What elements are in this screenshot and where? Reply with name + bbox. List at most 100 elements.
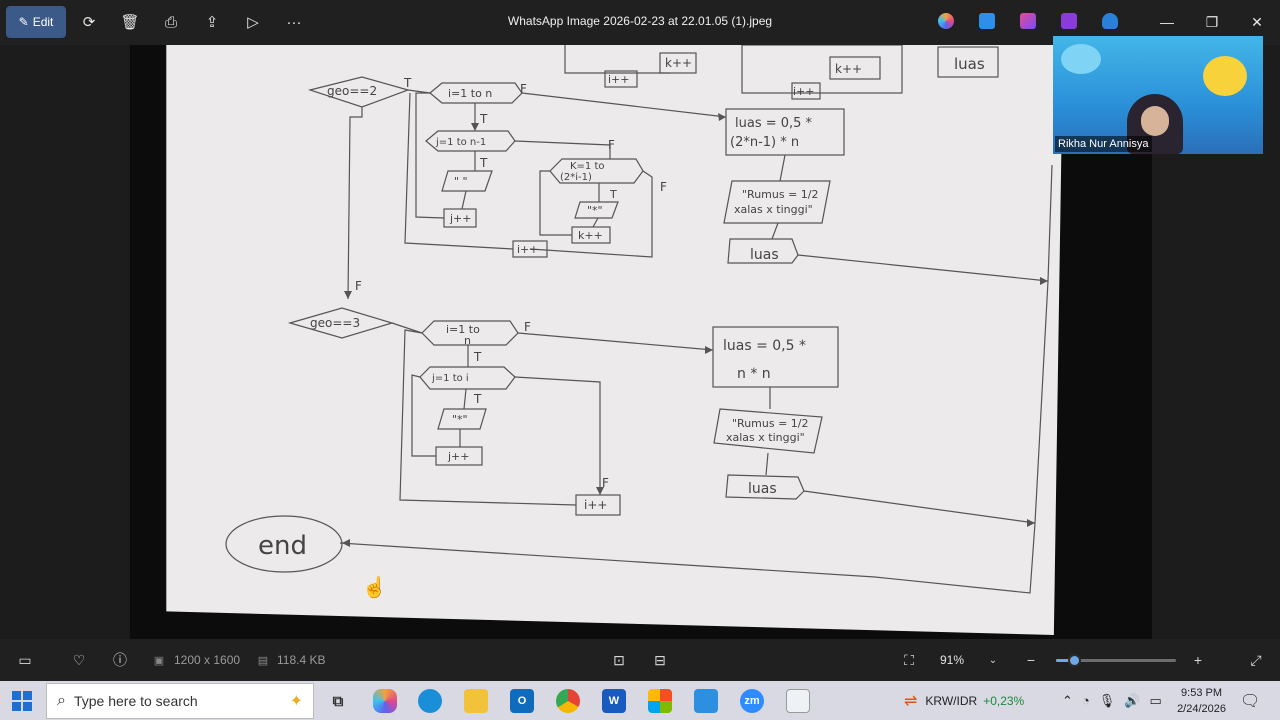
word-icon[interactable]: W [602, 689, 626, 713]
file-explorer-icon[interactable] [464, 689, 488, 713]
maximize-button[interactable]: ❐ [1197, 10, 1227, 34]
task-view-icon[interactable]: ⧉ [326, 689, 350, 713]
loop-j-false-2: F [602, 476, 609, 490]
zoom-app-icon[interactable]: zm [740, 689, 764, 713]
close-button[interactable]: ✕ [1242, 10, 1272, 34]
microphone-icon[interactable]: 🎙 [1099, 693, 1116, 709]
top-label-k-inc-b: k++ [835, 62, 862, 76]
copilot-icon[interactable] [938, 13, 954, 29]
loop-j-false-1: F [608, 138, 615, 152]
notifications-icon[interactable]: 🗨 [1240, 681, 1260, 720]
shark-graphic-right [1203, 56, 1247, 96]
j-inc-label-2: j++ [447, 450, 470, 463]
outlook-icon[interactable]: O [510, 689, 534, 713]
search-highlight-icon: ✦ [289, 693, 303, 710]
zoom-out-icon[interactable]: − [1022, 651, 1040, 669]
minimize-button[interactable]: — [1152, 10, 1182, 34]
participant-face [1141, 106, 1169, 136]
loop-j-true-1: T [479, 156, 488, 170]
status-bar: ▭ ♡ ⓘ ▣ 1200 x 1600 ▤ 118.4 KB ⊡ ⊟ ⛶ 91%… [0, 639, 1280, 681]
loop-i-false-2: F [524, 320, 531, 334]
start-button[interactable] [12, 691, 32, 711]
file-size: 118.4 KB [277, 653, 326, 667]
print-star-label-1: "*" [587, 204, 603, 217]
geo2-false-label: F [355, 279, 362, 293]
currency-label: KRW/IDR [925, 693, 978, 708]
top-label-luas: luas [954, 55, 985, 73]
loop-i-true-2: T [473, 350, 482, 364]
formula-box-2 [712, 326, 839, 388]
edge-icon[interactable] [418, 689, 442, 713]
zoom-level[interactable]: 91% [940, 653, 964, 667]
loop-i-true-1: T [479, 112, 488, 126]
rumus-2-line2: xalas x tinggi" [726, 431, 805, 444]
scan-text-icon[interactable]: ⊟ [651, 651, 669, 669]
rumus-2-line1: "Rumus = 1/2 [732, 417, 809, 430]
currency-change: +0,23% [983, 693, 1025, 708]
window-title: WhatsApp Image 2026-02-23 at 22.01.05 (1… [507, 14, 773, 28]
top-label-i-inc-b: i++ [793, 85, 815, 98]
designer-icon[interactable] [979, 13, 995, 29]
loop-j-label-1: j=1 to n-1 [435, 137, 486, 148]
fit-to-window-icon[interactable]: ⛶ [900, 651, 918, 669]
photos-app-icon[interactable] [694, 689, 718, 713]
show-hidden-icons-chevron-icon[interactable]: ⌃ [1062, 693, 1073, 709]
participant-video[interactable]: Rikha Nur Annisya [1053, 36, 1263, 154]
geo2-label: geo==2 [327, 84, 377, 98]
loop-k-false: F [660, 180, 667, 194]
output-label-1: luas [750, 247, 779, 263]
zoom-dropdown-chevron-icon[interactable]: ⌄ [984, 651, 1002, 669]
rumus-1-line2: xalas x tinggi" [734, 203, 813, 216]
participant-name: Rikha Nur Annisya [1055, 136, 1152, 152]
rumus-1-line1: "Rumus = 1/2 [742, 188, 819, 201]
print-space-label: " " [454, 175, 468, 188]
i-inc-label-1: i++ [517, 243, 539, 256]
geo2-true-label: T [403, 76, 412, 90]
battery-icon[interactable]: ▭ [1149, 693, 1161, 709]
search-placeholder: Type here to search [73, 693, 198, 709]
onedrive-icon[interactable] [1102, 13, 1118, 29]
taskbar-search-box[interactable]: ⌕ Type here to search ✦ [46, 683, 314, 719]
taskbar-clock[interactable]: 9:53 PM 2/24/2026 [1177, 685, 1226, 717]
paint-icon[interactable] [1020, 13, 1036, 29]
zoom-app-label: zm [744, 695, 760, 707]
loop-j-label-2: j=1 to i [431, 373, 469, 384]
network-icon[interactable]: ◔ [1082, 693, 1090, 708]
geo3-label: geo==3 [310, 316, 360, 330]
copilot-taskbar-icon[interactable] [373, 689, 397, 713]
microsoft-store-icon[interactable] [648, 689, 672, 713]
info-icon[interactable]: ⓘ [111, 651, 129, 669]
fullscreen-icon[interactable]: ⤢ [1247, 651, 1265, 669]
whatsapp-viewer-icon[interactable] [786, 689, 810, 713]
loop-i-label-2-line2: n [464, 334, 471, 347]
formula-2-line1: luas = 0,5 * [723, 338, 806, 354]
filmstrip-icon[interactable]: ▭ [16, 651, 34, 669]
hand-cursor-icon: ☝ [362, 577, 387, 599]
output-label-2: luas [748, 481, 777, 497]
loop-i-label-1: i=1 to n [448, 87, 492, 100]
photos-app-window: ✎ Edit ⟳ 🗑 ⎙ ⇪ ▷ ··· WhatsApp Image 2026… [0, 0, 1280, 720]
visual-search-icon[interactable]: ⊡ [610, 651, 628, 669]
dimensions-icon: ▣ [153, 654, 165, 667]
favorite-icon[interactable]: ♡ [70, 651, 88, 669]
clock-date: 2/24/2026 [1177, 703, 1226, 715]
clipchamp-icon[interactable] [1061, 13, 1077, 29]
j-inc-label-1: j++ [449, 212, 472, 225]
print-star-label-2: "*" [452, 413, 468, 426]
clock-time: 9:53 PM [1181, 687, 1223, 699]
chrome-icon[interactable] [556, 689, 580, 713]
windows-taskbar: ⌕ Type here to search ✦ ⧉ O W zm ⇌ KRW/I… [0, 681, 1280, 720]
k-inc-label: k++ [578, 229, 603, 242]
loop-k-label-line1: K=1 to [570, 161, 605, 172]
currency-widget[interactable]: ⇌ KRW/IDR +0,23% [904, 681, 1024, 720]
formula-2-line2: n * n [737, 366, 771, 382]
volume-icon[interactable]: 🔊 [1124, 693, 1140, 709]
system-tray: ⌃ ◔ 🎙 🔊 ▭ [1062, 681, 1162, 720]
zoom-slider-thumb[interactable] [1068, 654, 1081, 667]
image-dimensions: 1200 x 1600 [174, 653, 241, 667]
zoom-slider[interactable] [1056, 654, 1176, 667]
zoom-in-icon[interactable]: + [1189, 651, 1207, 669]
file-size-icon: ▤ [257, 654, 269, 667]
end-label: end [258, 531, 307, 561]
top-label-i-inc: i++ [608, 73, 630, 86]
